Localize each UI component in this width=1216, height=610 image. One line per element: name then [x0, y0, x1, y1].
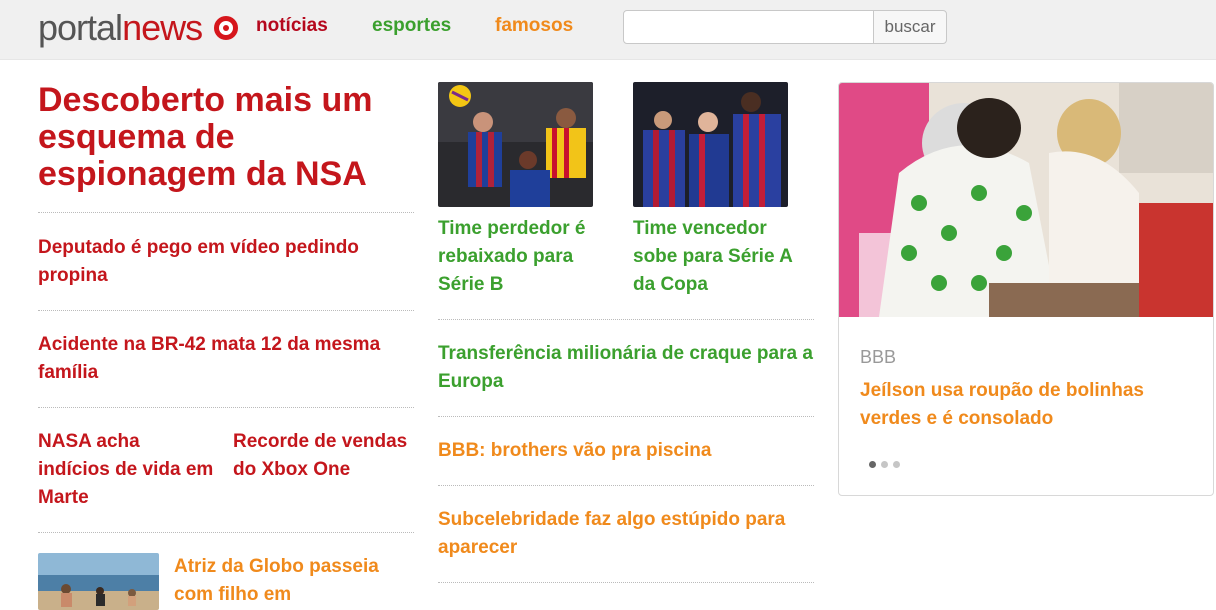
- story-deputado[interactable]: Deputado é pego em vídeo pedindo propina: [38, 234, 408, 290]
- carousel-dot-active[interactable]: [869, 461, 876, 468]
- divider: [438, 416, 814, 417]
- divider: [38, 532, 414, 533]
- bbb-photo[interactable]: [839, 83, 1213, 317]
- main-headline[interactable]: Descoberto mais um esquema de espionagem…: [38, 82, 418, 193]
- soccer-match-thumbnail[interactable]: [438, 82, 593, 207]
- divider: [38, 310, 414, 311]
- story-transferencia[interactable]: Transferência milionária de craque para …: [438, 340, 814, 396]
- team-celebration-thumbnail[interactable]: [633, 82, 788, 207]
- carousel-pagination: [869, 461, 909, 469]
- nav-esportes[interactable]: esportes: [372, 15, 451, 37]
- logo-portal-text: portal: [38, 7, 123, 48]
- divider: [438, 582, 814, 583]
- logo-news-text: news: [122, 7, 203, 48]
- divider: [38, 212, 414, 213]
- divider: [438, 485, 814, 486]
- card-headline[interactable]: Jeílson usa roupão de bolinhas verdes e …: [860, 377, 1190, 433]
- story-atriz[interactable]: Atriz da Globo passeia com filho em: [174, 553, 414, 609]
- story-nasa[interactable]: NASA acha indícios de vida em Marte: [38, 428, 214, 512]
- featured-carousel-card[interactable]: BBB Jeílson usa roupão de bolinhas verde…: [838, 82, 1214, 496]
- nav-famosos[interactable]: famosos: [495, 15, 573, 37]
- divider: [38, 407, 414, 408]
- carousel-dot[interactable]: [893, 461, 900, 468]
- story-time-vencedor[interactable]: Time vencedor sobe para Série A da Copa: [633, 215, 808, 299]
- carousel-dot[interactable]: [881, 461, 888, 468]
- divider: [438, 319, 814, 320]
- search-form: buscar: [623, 10, 947, 44]
- story-xbox[interactable]: Recorde de vendas do Xbox One: [233, 428, 413, 484]
- story-subcelebridade[interactable]: Subcelebridade faz algo estúpido para ap…: [438, 506, 814, 562]
- story-time-perdedor[interactable]: Time perdedor é rebaixado para Série B: [438, 215, 608, 299]
- nav-noticias[interactable]: notícias: [256, 15, 328, 37]
- beach-thumbnail[interactable]: [38, 553, 159, 610]
- logo-dot-icon: [214, 16, 238, 40]
- search-input[interactable]: [623, 10, 874, 44]
- story-bbb-piscina[interactable]: BBB: brothers vão pra piscina: [438, 437, 814, 465]
- story-acidente[interactable]: Acidente na BR-42 mata 12 da mesma famíl…: [38, 331, 414, 387]
- search-button[interactable]: buscar: [873, 10, 947, 44]
- card-category: BBB: [860, 347, 897, 367]
- top-bar: portalnews notícias esportes famosos bus…: [0, 0, 1216, 60]
- portalnews-logo[interactable]: portalnews: [38, 7, 203, 48]
